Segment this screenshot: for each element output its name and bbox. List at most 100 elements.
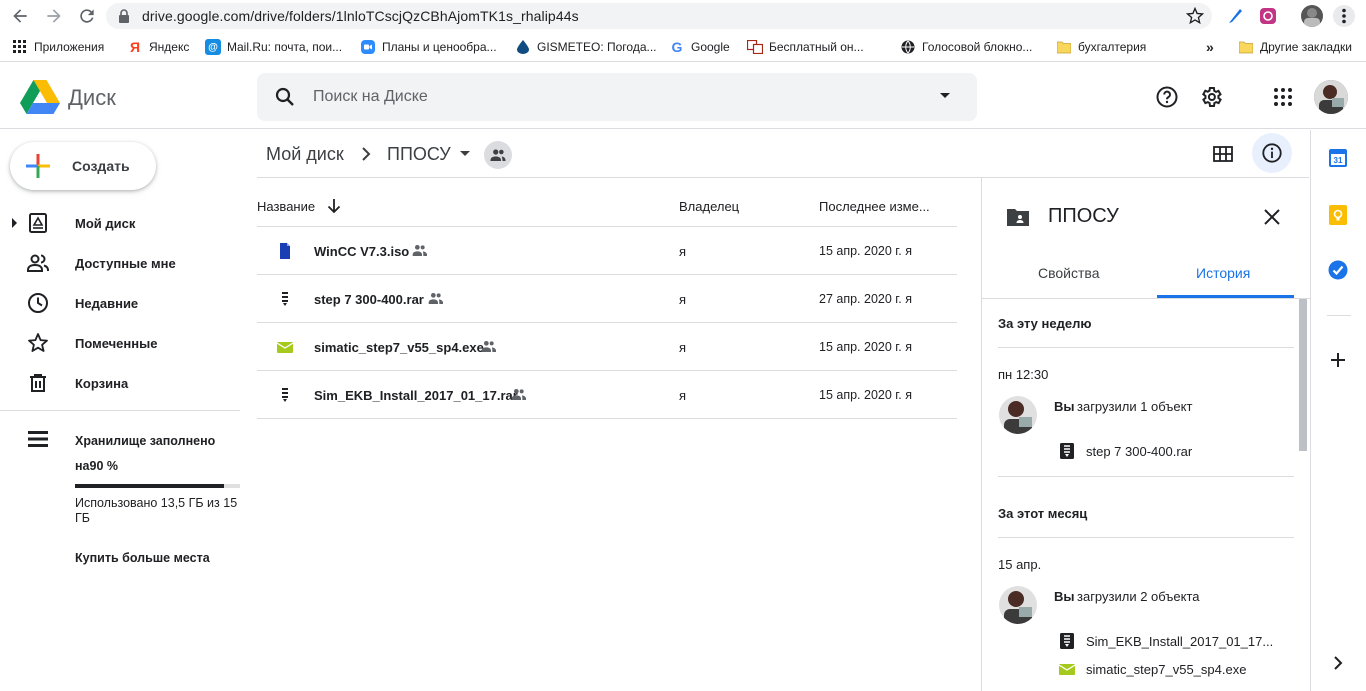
activity-file-link[interactable]: Sim_EKB_Install_2017_01_17... bbox=[1086, 634, 1273, 649]
sidebar-item-label: Корзина bbox=[75, 376, 129, 391]
create-new-button[interactable]: Создать bbox=[10, 142, 156, 190]
file-list-header: Название Владелец Последнее изме... bbox=[257, 186, 957, 227]
file-modified: 15 апр. 2020 г. я bbox=[819, 244, 913, 258]
browser-menu-icon[interactable] bbox=[1333, 5, 1355, 27]
shared-folder-people-icon[interactable] bbox=[484, 141, 512, 169]
bookmark-zoom[interactable]: Планы и ценообра... bbox=[360, 39, 497, 55]
folder-menu-dropdown-icon[interactable] bbox=[460, 151, 470, 157]
file-row[interactable]: WinCC V7.3.iso я 15 апр. 2020 г. я bbox=[257, 227, 957, 275]
archive-file-icon bbox=[1059, 633, 1075, 649]
sidebar-item-my-drive[interactable]: Мой диск bbox=[0, 204, 240, 240]
bookmarks-overflow-button[interactable]: » bbox=[1206, 39, 1214, 55]
sidebar-item-trash[interactable]: Корзина bbox=[0, 364, 240, 400]
zoom-icon bbox=[360, 39, 376, 55]
close-icon[interactable] bbox=[1264, 209, 1280, 225]
profile-avatar[interactable] bbox=[1301, 5, 1323, 27]
bookmark-google[interactable]: G Google bbox=[669, 39, 730, 55]
back-arrow-icon[interactable] bbox=[10, 6, 30, 26]
collapse-panel-chevron-icon[interactable] bbox=[1333, 656, 1343, 670]
file-row[interactable]: Sim_EKB_Install_2017_01_17.rar я 15 апр.… bbox=[257, 371, 957, 419]
bookmark-label: Яндекс bbox=[149, 40, 190, 54]
reload-icon[interactable] bbox=[77, 6, 97, 26]
extension-feather-icon[interactable] bbox=[1226, 7, 1244, 25]
shared-indicator-icon bbox=[412, 244, 428, 256]
exe-file-icon bbox=[277, 339, 293, 355]
section-divider bbox=[998, 476, 1294, 477]
app-name[interactable]: Диск bbox=[68, 85, 116, 111]
forward-arrow-icon[interactable] bbox=[44, 6, 64, 26]
bookmark-mailru[interactable]: @ Mail.Ru: почта, пои... bbox=[205, 39, 342, 55]
file-name: Sim_EKB_Install_2017_01_17.rar bbox=[314, 388, 518, 403]
storage-bar bbox=[75, 484, 240, 488]
file-row[interactable]: step 7 300-400.rar я 27 апр. 2020 г. я bbox=[257, 275, 957, 323]
search-options-dropdown-icon[interactable] bbox=[939, 92, 951, 100]
column-header-name[interactable]: Название bbox=[257, 199, 315, 214]
activity-avatar bbox=[999, 396, 1037, 434]
bookmarks-bar: Приложения Я Яндекс @ Mail.Ru: почта, по… bbox=[0, 32, 1366, 62]
sort-arrow-down-icon[interactable] bbox=[327, 198, 341, 214]
details-title: ППОСУ bbox=[1048, 205, 1119, 227]
bookmark-label: Mail.Ru: почта, пои... bbox=[227, 40, 343, 54]
bookmark-yandex[interactable]: Я Яндекс bbox=[127, 39, 189, 55]
file-owner: я bbox=[679, 292, 687, 307]
buy-more-storage-link[interactable]: Купить больше места bbox=[75, 551, 210, 565]
grid-view-icon[interactable] bbox=[1213, 144, 1233, 164]
help-icon[interactable] bbox=[1147, 77, 1187, 117]
my-drive-icon bbox=[26, 211, 50, 235]
google-apps-grid-icon[interactable] bbox=[1263, 77, 1303, 117]
sidebar-item-starred[interactable]: Помеченные bbox=[0, 324, 240, 360]
bookmark-star-icon[interactable] bbox=[1186, 7, 1204, 25]
bookmark-label: Бесплатный он... bbox=[769, 40, 864, 54]
file-name: simatic_step7_v55_sp4.exe bbox=[314, 340, 484, 355]
breadcrumb-current-folder[interactable]: ППОСУ bbox=[387, 144, 451, 165]
create-button-label: Создать bbox=[72, 158, 130, 174]
activity-avatar bbox=[999, 586, 1037, 624]
file-row[interactable]: simatic_step7_v55_sp4.exe я 15 апр. 2020… bbox=[257, 323, 957, 371]
drive-logo-icon[interactable] bbox=[20, 80, 60, 114]
bookmark-gismeteo[interactable]: GISMETEO: Погода... bbox=[515, 39, 657, 55]
sidebar-item-recent[interactable]: Недавние bbox=[0, 284, 240, 320]
bookmark-folder-buh[interactable]: бухгалтерия bbox=[1056, 39, 1146, 55]
sidebar-item-shared-with-me[interactable]: Доступные мне bbox=[0, 244, 240, 280]
other-bookmarks[interactable]: Другие закладки bbox=[1238, 39, 1352, 55]
bookmark-label: Приложения bbox=[34, 40, 105, 54]
activity-file-link[interactable]: step 7 300-400.rar bbox=[1086, 444, 1192, 459]
add-addon-plus-icon[interactable] bbox=[1330, 352, 1346, 368]
extension-instagram-icon[interactable] bbox=[1259, 7, 1277, 25]
settings-gear-icon[interactable] bbox=[1191, 77, 1231, 117]
bookmark-translate[interactable]: Бесплатный он... bbox=[747, 39, 864, 55]
bookmark-apps[interactable]: Приложения bbox=[12, 39, 104, 55]
activity-file-link[interactable]: simatic_step7_v55_sp4.exe bbox=[1086, 662, 1246, 677]
address-bar[interactable]: drive.google.com/drive/folders/1lnloTCsc… bbox=[106, 3, 1212, 29]
tasks-check-icon[interactable] bbox=[1328, 260, 1348, 280]
keep-notes-icon[interactable] bbox=[1329, 205, 1347, 225]
search-icon[interactable] bbox=[273, 85, 297, 109]
exe-file-icon bbox=[1059, 661, 1075, 677]
file-modified: 15 апр. 2020 г. я bbox=[819, 340, 913, 354]
bookmark-label: Планы и ценообра... bbox=[382, 40, 497, 54]
bookmark-voice-notepad[interactable]: Голосовой блокно... bbox=[900, 39, 1032, 55]
section-divider bbox=[998, 537, 1294, 538]
breadcrumb-root[interactable]: Мой диск bbox=[266, 144, 344, 165]
folder-icon bbox=[1056, 39, 1072, 55]
column-header-modified[interactable]: Последнее изме... bbox=[819, 199, 930, 214]
activity-section-heading: За этот месяц bbox=[998, 506, 1088, 521]
other-bookmarks-label: Другие закладки bbox=[1260, 40, 1352, 54]
bookmark-label: Голосовой блокно... bbox=[922, 40, 1033, 54]
account-avatar[interactable] bbox=[1314, 80, 1348, 114]
file-name: WinCC V7.3.iso bbox=[314, 244, 410, 259]
activity-section-heading: За эту неделю bbox=[998, 316, 1092, 331]
sidebar-divider bbox=[0, 410, 240, 411]
actor-name: Вы bbox=[1054, 589, 1075, 604]
iso-file-icon bbox=[277, 243, 293, 259]
details-scrollbar[interactable] bbox=[1299, 299, 1307, 451]
search-bar[interactable]: Поиск на Диске bbox=[257, 73, 977, 121]
shared-indicator-icon bbox=[511, 388, 527, 400]
tab-properties[interactable]: Свойства bbox=[1038, 265, 1099, 281]
search-input[interactable]: Поиск на Диске bbox=[313, 88, 428, 106]
tab-history[interactable]: История bbox=[1196, 265, 1250, 281]
calendar-icon[interactable]: 31 bbox=[1329, 149, 1347, 167]
gismeteo-icon bbox=[515, 39, 531, 55]
details-info-icon[interactable] bbox=[1252, 133, 1292, 173]
sidebar-item-label: Мой диск bbox=[75, 216, 136, 231]
